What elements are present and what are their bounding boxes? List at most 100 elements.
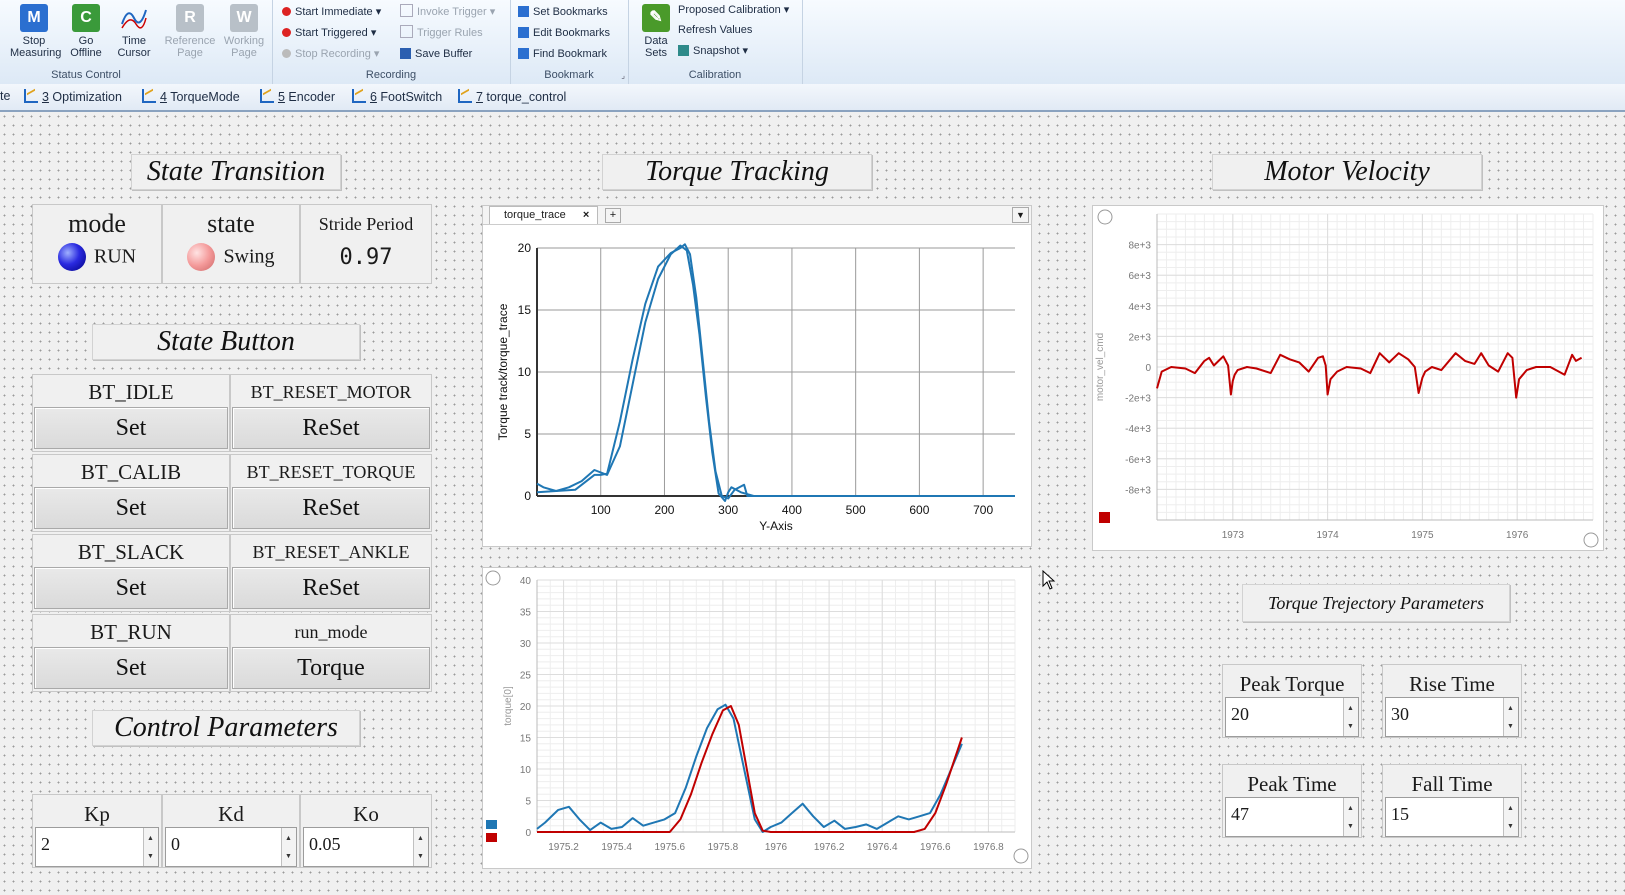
- working-page-label: Working Page: [223, 35, 265, 59]
- stop-measuring-button[interactable]: M Stop Measuring: [10, 4, 62, 59]
- y-tick-label: 30: [520, 639, 532, 650]
- edit-bookmark-icon: [518, 27, 529, 38]
- add-tab-button[interactable]: +: [605, 208, 621, 223]
- layer-icon: [142, 89, 156, 103]
- tab-torque-control[interactable]: 7 torque_control: [458, 89, 566, 104]
- record-icon: [282, 7, 291, 16]
- torque-time-chart[interactable]: 1975.2 1975.4 1975.6 1975.8 1976 1976.2 1976.4…: [483, 568, 1031, 868]
- tab-label: Encoder: [284, 90, 335, 104]
- rise-time-input[interactable]: 30 ▲ ▼: [1385, 697, 1519, 737]
- wave-icon: [121, 9, 147, 29]
- start-triggered-button[interactable]: Start Triggered ▾: [282, 24, 376, 42]
- save-buffer-button[interactable]: Save Buffer: [400, 45, 472, 63]
- layer-tabs: te 3 Optimization 4 TorqueMode 5 Encoder…: [0, 84, 1625, 112]
- motor-velocity-chart[interactable]: 1973 1974 1975 1976 -8e+3 -6e+3 -4e+3 -2e+3 0 2e+…: [1093, 206, 1603, 550]
- measure-icon: M: [20, 4, 48, 32]
- y-tick-label: 4e+3: [1128, 302, 1151, 313]
- y-tick-label: -6e+3: [1125, 455, 1151, 466]
- y-tick-label: 2e+3: [1128, 332, 1151, 343]
- tab-torque-trace[interactable]: torque_trace ×: [489, 206, 599, 224]
- set-button[interactable]: Set: [34, 567, 228, 609]
- tab-label: TorqueMode: [166, 90, 240, 104]
- stop-recording-button[interactable]: Stop Recording ▾: [282, 45, 379, 63]
- x-tick-label: 1976.8: [973, 842, 1004, 853]
- x-tick-label: 1973: [1222, 530, 1245, 541]
- state-button-left-cell: BT_RUN Set: [32, 614, 230, 692]
- snapshot-button[interactable]: Snapshot ▾: [678, 42, 748, 60]
- set-button[interactable]: Set: [34, 407, 228, 449]
- find-bookmark-icon: [518, 48, 529, 59]
- y-tick-label: -8e+3: [1125, 485, 1151, 496]
- go-offline-button[interactable]: C Go Offline: [62, 4, 110, 59]
- x-tick-label: 1974: [1316, 530, 1339, 541]
- edit-bookmarks-button[interactable]: Edit Bookmarks: [518, 24, 610, 42]
- x-tick-label: 1975.6: [654, 842, 685, 853]
- bookmark-dialog-launcher[interactable]: ⌟: [621, 71, 625, 80]
- fall-time-input[interactable]: 15 ▲ ▼: [1385, 797, 1519, 837]
- state-button-label: BT_RUN: [90, 620, 172, 644]
- find-bookmark-label: Find Bookmark: [533, 48, 607, 60]
- start-immediate-label: Start Immediate: [295, 6, 373, 18]
- tab-torquemode[interactable]: 4 TorqueMode: [142, 89, 240, 104]
- close-icon[interactable]: ×: [583, 209, 589, 221]
- trigger-rules-button[interactable]: Trigger Rules: [400, 24, 483, 42]
- kd-param: Kd 0 ▲ ▼: [162, 794, 300, 868]
- data-sets-button[interactable]: ✎ Data Sets: [632, 4, 680, 59]
- x-tick-label: 1976.4: [867, 842, 898, 853]
- reset-button[interactable]: Torque: [232, 647, 430, 689]
- peak-time-param: Peak Time 47 ▲ ▼: [1222, 764, 1362, 838]
- chevron-down-icon[interactable]: ▼: [1012, 207, 1029, 223]
- torque-trajectory-title: Torque Trejectory Parameters: [1242, 584, 1510, 622]
- edit-bookmarks-label: Edit Bookmarks: [533, 27, 611, 39]
- torque-trace-window: torque_trace × + ▼ 100 200 300 400 500 600 700…: [482, 205, 1032, 547]
- state-button-right-cell: run_mode Torque: [230, 614, 432, 692]
- calibration-group: ✎ Data Sets Proposed Calibration ▾ Refre…: [628, 0, 803, 84]
- reset-button[interactable]: ReSet: [232, 407, 430, 449]
- tab-partial[interactable]: te: [0, 89, 10, 103]
- peak-torque-stepper[interactable]: ▲ ▼: [1343, 698, 1358, 736]
- kd-stepper[interactable]: ▲ ▼: [281, 828, 296, 866]
- reset-button[interactable]: ReSet: [232, 567, 430, 609]
- peak-time-stepper[interactable]: ▲ ▼: [1343, 798, 1358, 836]
- set-button[interactable]: Set: [34, 647, 228, 689]
- peak-torque-input[interactable]: 20 ▲ ▼: [1225, 697, 1359, 737]
- save-icon: [400, 48, 411, 59]
- peak-torque-label: Peak Torque: [1239, 672, 1345, 696]
- refresh-values-button[interactable]: Refresh Values: [678, 21, 752, 39]
- fall-time-stepper[interactable]: ▲ ▼: [1503, 798, 1518, 836]
- reset-button[interactable]: ReSet: [232, 487, 430, 529]
- ribbon-toolbar: M Stop Measuring C Go Offline Time Curso…: [0, 0, 1625, 85]
- ko-stepper[interactable]: ▲ ▼: [413, 828, 428, 866]
- torque-trace-chart[interactable]: 100 200 300 400 500 600 700 0 5 10 15 20 Torque trac…: [483, 224, 1031, 546]
- working-page-button[interactable]: W Working Page: [216, 4, 272, 59]
- kp-input[interactable]: 2 ▲ ▼: [35, 827, 159, 867]
- tab-footswitch[interactable]: 6 FootSwitch: [352, 89, 442, 104]
- tab-label: FootSwitch: [376, 90, 443, 104]
- torque-tracking-title: Torque Tracking: [602, 154, 872, 190]
- stop-measuring-label: Stop Measuring: [10, 35, 62, 59]
- ko-input[interactable]: 0.05 ▲ ▼: [303, 827, 429, 867]
- go-offline-label: Go Offline: [70, 35, 102, 59]
- state-transition-title: State Transition: [131, 154, 341, 190]
- mode-value: RUN: [93, 245, 137, 268]
- reference-page-button[interactable]: R Reference Page: [162, 4, 218, 59]
- kp-stepper[interactable]: ▲ ▼: [143, 828, 158, 866]
- set-bookmarks-button[interactable]: Set Bookmarks: [518, 3, 608, 21]
- invoke-trigger-button[interactable]: Invoke Trigger ▾: [400, 3, 495, 21]
- mouse-cursor-icon: [1042, 570, 1056, 590]
- working-page-icon: W: [230, 4, 258, 32]
- peak-time-value: 47: [1231, 804, 1249, 824]
- find-bookmark-button[interactable]: Find Bookmark: [518, 45, 607, 63]
- tab-encoder[interactable]: 5 Encoder: [260, 89, 335, 104]
- rise-time-stepper[interactable]: ▲ ▼: [1503, 698, 1518, 736]
- tab-label: Optimization: [48, 90, 122, 104]
- start-immediate-button[interactable]: Start Immediate ▾: [282, 3, 381, 21]
- set-button[interactable]: Set: [34, 487, 228, 529]
- layout-canvas: State Transition mode RUN state Swing St…: [0, 112, 1625, 895]
- peak-time-input[interactable]: 47 ▲ ▼: [1225, 797, 1359, 837]
- tab-optimization[interactable]: 3 Optimization: [24, 89, 122, 104]
- proposed-calibration-button[interactable]: Proposed Calibration ▾: [678, 1, 789, 19]
- time-cursor-button[interactable]: Time Cursor: [110, 4, 158, 59]
- kd-input[interactable]: 0 ▲ ▼: [165, 827, 297, 867]
- run-led-icon: [57, 243, 86, 271]
